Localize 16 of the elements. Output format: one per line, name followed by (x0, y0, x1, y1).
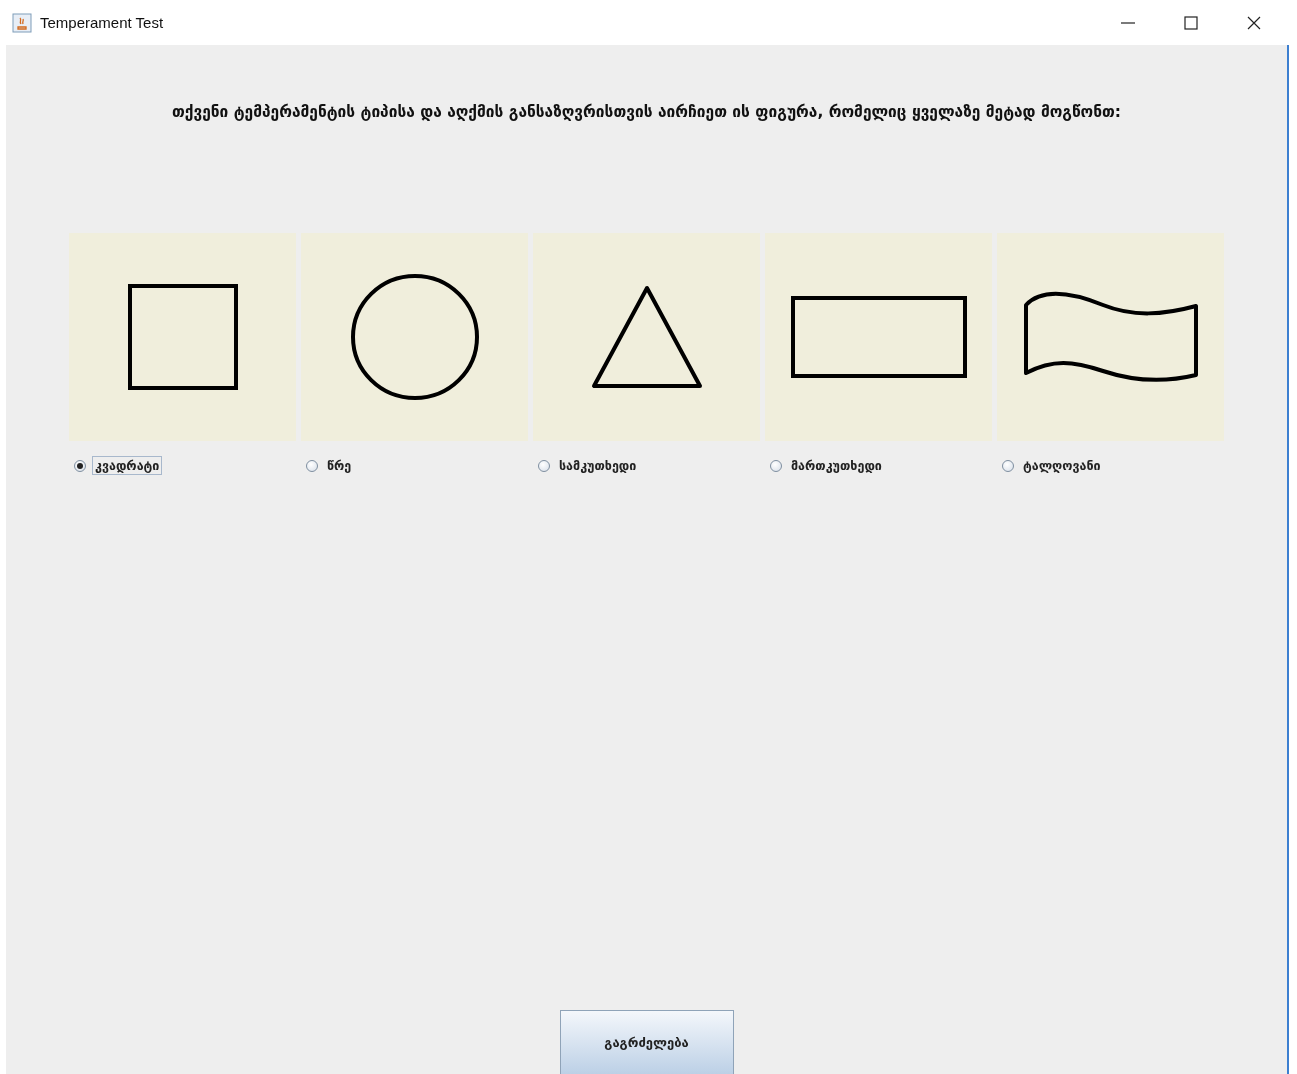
radio-button[interactable] (74, 459, 86, 472)
radio-button[interactable] (306, 459, 318, 472)
app-icon (12, 12, 32, 33)
radio-button[interactable] (1002, 459, 1014, 472)
option-label[interactable]: სამკუთხედი (556, 456, 640, 475)
prompt-text: თქვენი ტემპერამენტის ტიპისა და აღქმის განსაზღვრისთვის აირჩიეთ ის ფიგურა, რომელიც ყველაზე მეტად მოგწონთ: (171, 103, 1122, 121)
close-icon[interactable] (1247, 15, 1261, 30)
option-label[interactable]: ტალღოვანი (1020, 456, 1104, 475)
option-label[interactable]: კვადრატი (92, 456, 163, 475)
radio-button[interactable] (770, 459, 782, 472)
radio-button[interactable] (538, 459, 550, 472)
option-label[interactable]: წრე (324, 456, 355, 475)
continue-button[interactable]: გაგრძელება (559, 1010, 734, 1074)
window-title: Temperament Test (40, 14, 164, 31)
option-label[interactable]: მართკუთხედი (788, 456, 885, 475)
maximize-icon[interactable] (1184, 15, 1198, 30)
